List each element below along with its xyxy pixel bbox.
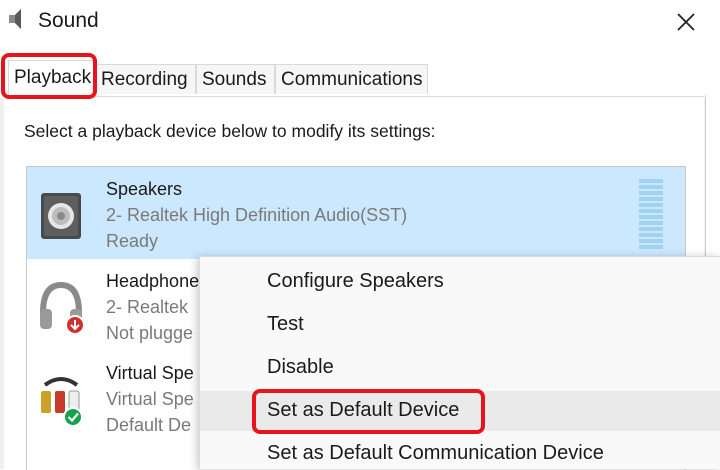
meter-bar [639, 215, 663, 219]
menu-item-label: Configure Speakers [267, 270, 444, 292]
menu-item-configure-speakers[interactable]: Configure Speakers [200, 262, 720, 302]
headphones-icon [40, 281, 85, 335]
close-icon [677, 13, 695, 31]
close-button[interactable] [668, 4, 704, 40]
device-name: Virtual Spe [106, 363, 194, 383]
menu-item-label: Disable [267, 356, 334, 378]
menu-item-label: Test [267, 313, 304, 335]
device-row-speakers[interactable]: Speakers 2- Realtek High Definition Audi… [27, 167, 685, 259]
device-status: Default De [106, 415, 192, 435]
tab-sounds[interactable]: Sounds [196, 64, 275, 94]
tab-recording[interactable]: Recording [95, 64, 196, 94]
device-name: Speakers [106, 179, 183, 199]
tab-communications[interactable]: Communications [275, 64, 428, 94]
meter-bar [639, 221, 663, 225]
window-title: Sound [38, 9, 99, 32]
meter-bar [639, 245, 663, 249]
speaker-icon [41, 193, 81, 239]
tab-playback[interactable]: Playback [8, 60, 95, 98]
menu-item-test[interactable]: Test [200, 305, 720, 345]
menu-item-set-default-device[interactable]: Set as Default Device [200, 391, 720, 431]
device-description: Virtual Spe [106, 389, 194, 409]
title-bar: Sound [0, 0, 705, 44]
virtual-speaker-icon [41, 377, 83, 427]
meter-bar [639, 179, 663, 183]
menu-item-label: Set as Default Communication Device [267, 442, 604, 464]
menu-item-set-default-communication-device[interactable]: Set as Default Communication Device [200, 434, 720, 469]
device-status: Not plugge [106, 323, 194, 343]
meter-bar [639, 197, 663, 201]
context-menu: Configure Speakers Test Disable Set as D… [199, 256, 720, 469]
meter-bar [639, 191, 663, 195]
volume-level-meter [639, 179, 663, 249]
meter-bar [639, 227, 663, 231]
meter-bar [639, 185, 663, 189]
device-description: 2- Realtek [106, 297, 189, 317]
device-name: Headphone [106, 271, 200, 291]
meter-bar [639, 233, 663, 237]
menu-item-label: Set as Default Device [267, 399, 460, 421]
device-description: 2- Realtek High Definition Audio(SST) [106, 205, 408, 225]
menu-item-disable[interactable]: Disable [200, 348, 720, 388]
sound-app-icon [9, 9, 21, 29]
instruction-text: Select a playback device below to modify… [24, 121, 436, 141]
meter-bar [639, 239, 663, 243]
meter-bar [639, 209, 663, 213]
meter-bar [639, 203, 663, 207]
device-status: Ready [106, 231, 159, 251]
